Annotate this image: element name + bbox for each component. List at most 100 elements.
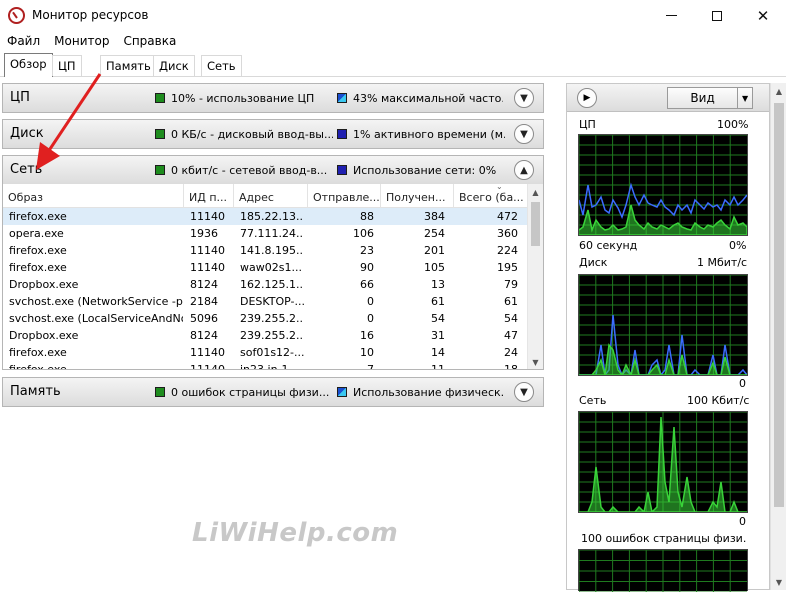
chevron-down-icon[interactable]: ▼ [514,88,534,108]
menu-help[interactable]: Справка [123,34,176,48]
table-row[interactable]: firefox.exe 11140 185.22.13... 88 384 472 [3,208,529,225]
network-usage-legend-icon [337,165,347,175]
network-io-legend-icon [155,165,165,175]
cell-address: 162.125.1... [240,278,304,291]
cell-total: 61 [504,295,518,308]
cell-received: 11 [431,363,445,370]
cpu-graph-max: 100% [717,118,749,131]
cell-sent: 23 [360,244,374,257]
cell-pid: 11140 [190,346,225,359]
graphs-panel: ▶ Вид ▼ ЦП 100% 60 секунд 0% Диск 1 Мбит… [566,83,770,592]
graphs-scrollbar[interactable]: ▲ ▼ [770,83,786,590]
cell-received: 13 [431,278,445,291]
table-row[interactable]: firefox.exe 11140 sof01s12-... 10 14 24 [3,344,529,361]
chevron-up-icon[interactable]: ▲ [514,160,534,180]
cell-total: 195 [497,261,518,274]
chevron-down-icon[interactable]: ▼ [514,124,534,144]
cell-pid: 11140 [190,363,225,370]
tab-network[interactable]: Сеть [201,55,242,76]
table-row[interactable]: firefox.exe 11140 waw02s1... 90 105 195 [3,259,529,276]
cpu-usage-text: 10% - использование ЦП [171,92,315,105]
cell-received: 54 [431,312,445,325]
cell-sent: 66 [360,278,374,291]
column-address[interactable]: Адрес [234,184,308,208]
cell-image: firefox.exe [9,261,67,274]
cell-image: firefox.exe [9,363,67,370]
network-graph-title: Сеть [579,394,607,407]
cell-pid: 8124 [190,329,218,342]
table-row[interactable]: Dropbox.exe 8124 239.255.2... 16 31 47 [3,327,529,344]
menu-monitor[interactable]: Монитор [54,34,109,48]
scroll-up-arrow-icon[interactable]: ▲ [771,83,786,99]
section-memory-title: Память [10,384,61,399]
view-dropdown[interactable]: Вид ▼ [667,87,753,109]
maximize-button[interactable] [694,0,740,31]
dropdown-arrow-icon: ▼ [737,88,752,108]
cell-image: firefox.exe [9,346,67,359]
section-memory-header[interactable]: Память 0 ошибок страницы физи... Использ… [2,377,544,407]
cell-sent: 16 [360,329,374,342]
network-graph [578,411,748,513]
cpu-usage-legend-icon [155,93,165,103]
cpu-graph-min: 0% [729,239,747,252]
scrollbar-thumb[interactable] [774,103,784,507]
cell-image: firefox.exe [9,210,67,223]
network-process-table: Образ ИД п... Адрес Отправле... Получен.… [2,184,544,370]
table-row[interactable]: svchost.exe (LocalServiceAndNo... 5096 239… [3,310,529,327]
cell-pid: 1936 [190,227,218,240]
menu-file[interactable]: Файл [7,34,40,48]
disk-active-legend-icon [337,129,347,139]
network-graph-max: 100 Кбит/с [687,394,750,407]
table-row[interactable]: firefox.exe 11140 141.8.195... 23 201 224 [3,242,529,259]
chevron-down-icon[interactable]: ▼ [514,382,534,402]
cell-received: 105 [424,261,445,274]
cell-pid: 2184 [190,295,218,308]
scroll-down-arrow-icon[interactable]: ▼ [528,354,543,369]
cell-image: svchost.exe (NetworkService -p) [9,295,183,308]
disk-graph [578,274,748,376]
cell-total: 472 [497,210,518,223]
cell-image: firefox.exe [9,244,67,257]
disk-graph-title: Диск [579,256,608,269]
cell-sent: 0 [367,312,374,325]
scrollbar-thumb[interactable] [531,202,540,246]
cell-total: 24 [504,346,518,359]
cell-sent: 7 [367,363,374,370]
cell-address: waw02s1... [240,261,302,274]
column-total-label: Всего (ба... [459,191,524,204]
cell-address: sof01s12-... [240,346,304,359]
table-scrollbar[interactable]: ▲ ▼ [527,184,543,369]
cell-address: in23.in-1... [240,363,300,370]
title-bar: Монитор ресурсов ✕ [0,0,786,31]
close-button[interactable]: ✕ [740,0,786,31]
disk-io-text: 0 КБ/с - дисковый ввод-вы... [171,128,333,141]
cpu-graph-title: ЦП [579,118,596,131]
column-received[interactable]: Получен... [381,184,454,208]
cpu-graph-timespan: 60 секунд [579,239,638,252]
scroll-down-arrow-icon[interactable]: ▼ [771,574,786,590]
column-sent[interactable]: Отправле... [308,184,381,208]
cell-sent: 88 [360,210,374,223]
column-image[interactable]: Образ [3,184,184,208]
table-row[interactable]: Dropbox.exe 8124 162.125.1... 66 13 79 [3,276,529,293]
table-row[interactable]: opera.exe 1936 77.111.24... 106 254 360 [3,225,529,242]
cell-sent: 106 [353,227,374,240]
cell-total: 54 [504,312,518,325]
scroll-up-arrow-icon[interactable]: ▲ [528,184,543,200]
table-row[interactable]: firefox.exe 11140 in23.in-1... 7 11 18 [3,361,529,370]
cell-pid: 11140 [190,210,225,223]
column-total[interactable]: ⌄ Всего (ба... [454,184,529,208]
view-dropdown-label: Вид [690,91,715,105]
memory-graph [578,549,748,592]
column-pid[interactable]: ИД п... [184,184,234,208]
network-graph-min: 0 [739,515,746,528]
resource-monitor-icon [8,7,25,24]
disk-io-legend-icon [155,129,165,139]
table-row[interactable]: svchost.exe (NetworkService -p) 2184 DESKT… [3,293,529,310]
cell-image: opera.exe [9,227,64,240]
cell-total: 79 [504,278,518,291]
collapse-panel-icon[interactable]: ▶ [577,88,597,108]
minimize-button[interactable] [648,0,694,31]
sort-descending-icon: ⌄ [496,184,503,191]
tab-disk[interactable]: Диск [153,55,195,76]
